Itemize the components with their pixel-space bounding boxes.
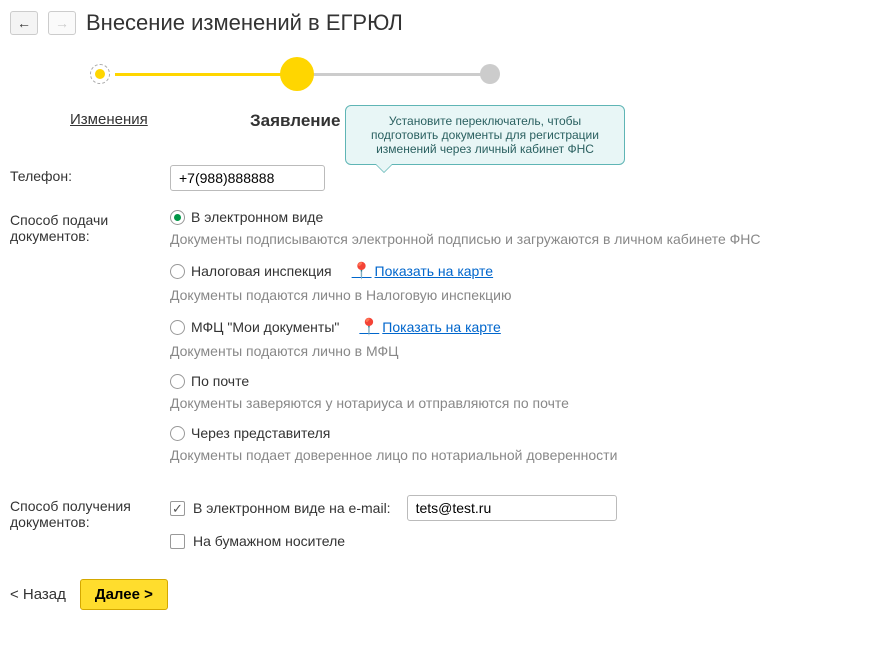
step-2-label: Заявление bbox=[250, 111, 340, 131]
radio-mail[interactable] bbox=[170, 374, 185, 389]
radio-tax-label: Налоговая инспекция bbox=[191, 263, 332, 279]
next-button[interactable]: Далее > bbox=[80, 579, 168, 610]
step-2-dot bbox=[280, 61, 314, 91]
radio-rep[interactable] bbox=[170, 426, 185, 441]
mfc-desc: Документы подаются лично в МФЦ bbox=[170, 343, 876, 359]
step-1-dot bbox=[90, 61, 110, 84]
page-title: Внесение изменений в ЕГРЮЛ bbox=[86, 10, 403, 36]
phone-label: Телефон: bbox=[10, 165, 170, 191]
rep-desc: Документы подает доверенное лицо по нота… bbox=[170, 447, 876, 463]
submit-method-label: Способ подачи документов: bbox=[10, 209, 170, 477]
tooltip-hint: Установите переключатель, чтобы подготов… bbox=[345, 105, 625, 165]
radio-mfc-label: МФЦ "Мои документы" bbox=[191, 319, 339, 335]
mfc-map-link[interactable]: 📍 Показать на карте bbox=[359, 317, 500, 337]
radio-rep-label: Через представителя bbox=[191, 425, 330, 441]
step-3-dot bbox=[480, 61, 500, 84]
email-input[interactable] bbox=[407, 495, 617, 521]
location-pin-icon: 📍 bbox=[352, 261, 372, 281]
email-checkbox-label: В электронном виде на e-mail: bbox=[193, 500, 391, 516]
mail-desc: Документы заверяются у нотариуса и отпра… bbox=[170, 395, 876, 411]
step-1-label[interactable]: Изменения bbox=[70, 111, 148, 128]
receive-method-label: Способ получения документов: bbox=[10, 495, 170, 561]
tax-desc: Документы подаются лично в Налоговую инс… bbox=[170, 287, 876, 303]
radio-electronic[interactable] bbox=[170, 210, 185, 225]
tax-map-link[interactable]: 📍 Показать на карте bbox=[352, 261, 493, 281]
checkbox-paper[interactable] bbox=[170, 534, 185, 549]
phone-input[interactable] bbox=[170, 165, 325, 191]
radio-tax[interactable] bbox=[170, 264, 185, 279]
location-pin-icon: 📍 bbox=[359, 317, 379, 337]
nav-back-button[interactable]: ← bbox=[10, 11, 38, 35]
checkbox-email[interactable] bbox=[170, 501, 185, 516]
electronic-desc: Документы подписываются электронной подп… bbox=[170, 231, 876, 247]
paper-checkbox-label: На бумажном носителе bbox=[193, 533, 345, 549]
radio-mfc[interactable] bbox=[170, 320, 185, 335]
stepper bbox=[90, 61, 876, 101]
radio-mail-label: По почте bbox=[191, 373, 249, 389]
back-button[interactable]: < Назад bbox=[10, 586, 66, 603]
nav-forward-button[interactable]: → bbox=[48, 11, 76, 35]
radio-electronic-label: В электронном виде bbox=[191, 209, 323, 225]
